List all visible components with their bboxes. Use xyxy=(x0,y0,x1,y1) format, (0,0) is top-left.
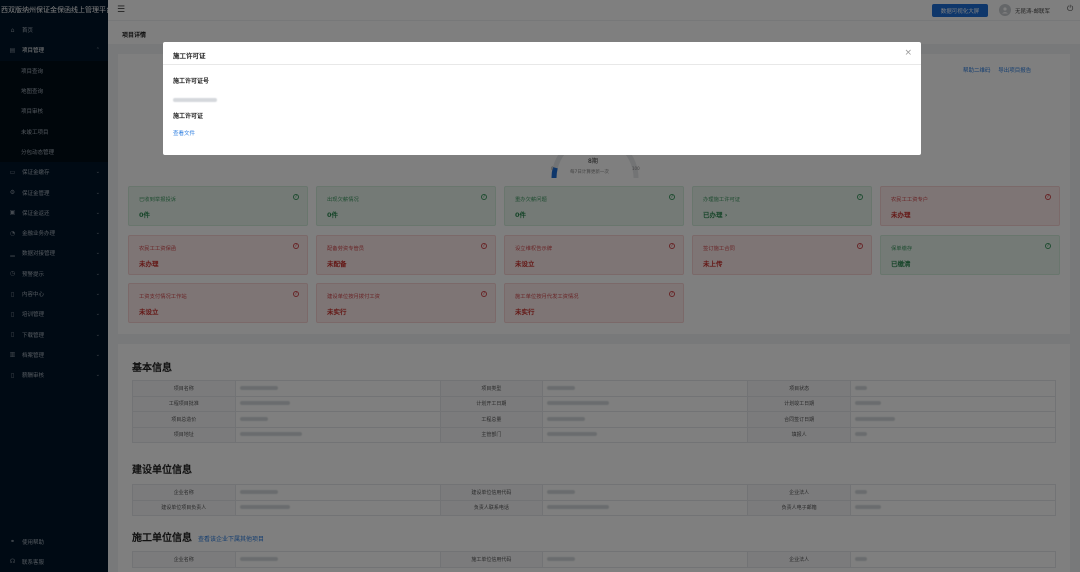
permit-file-label: 施工许可证 xyxy=(173,113,204,120)
modal-header: 施工许可证 × xyxy=(163,42,921,65)
close-icon[interactable]: × xyxy=(904,48,912,58)
modal-title: 施工许可证 xyxy=(173,52,206,60)
view-file-link[interactable]: 查看文件 xyxy=(173,129,195,137)
permit-number-label: 施工许可证号 xyxy=(173,78,210,85)
construction-permit-modal: 施工许可证 × 施工许可证号 施工许可证 查看文件 xyxy=(163,42,921,155)
permit-number-value xyxy=(173,96,217,103)
